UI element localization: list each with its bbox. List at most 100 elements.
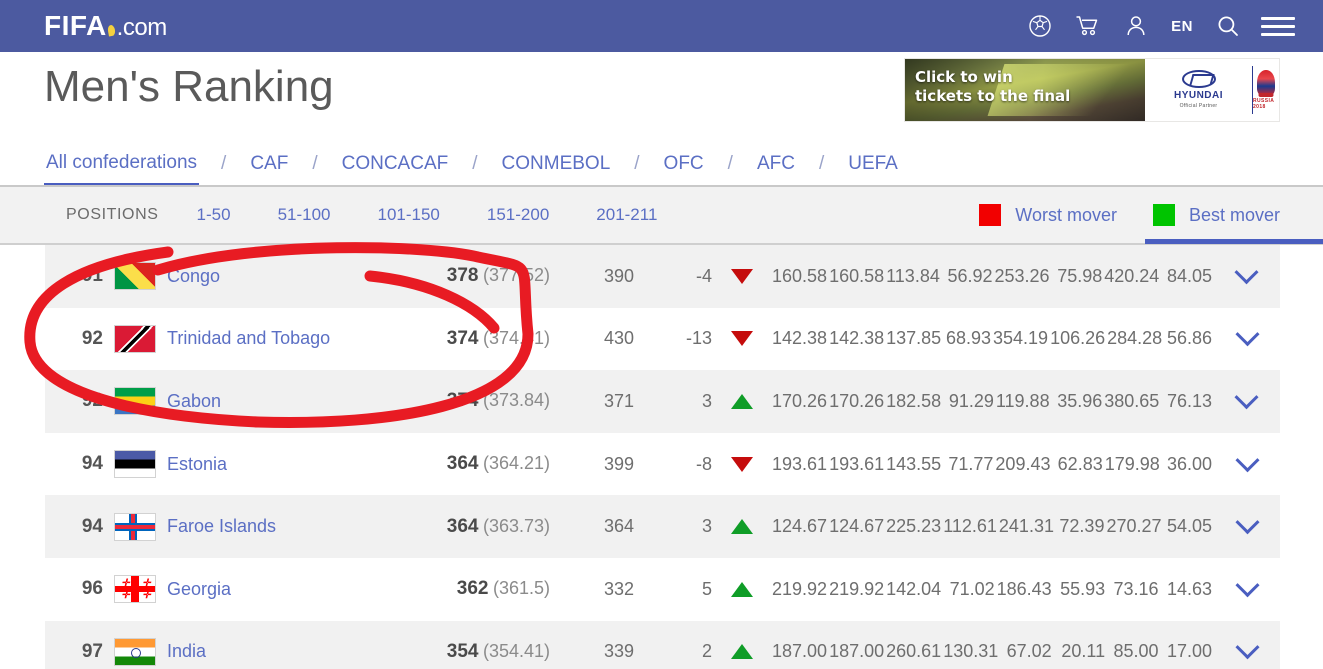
stat-value: 124.67 <box>772 516 828 537</box>
fifa-logo[interactable]: FIFA .com <box>44 10 167 42</box>
team-name-link[interactable]: Gabon <box>167 391 385 412</box>
stat-value: 253.26 <box>994 265 1050 286</box>
stat-value: 91.29 <box>948 390 994 411</box>
tab-caf[interactable]: CAF <box>248 142 290 186</box>
points-value: 374 <box>446 390 479 412</box>
table-row[interactable]: 96 ✛ ✛ ✛ ✛ Georgia 362 (361.5) 332 5 219.92 219.92… <box>45 557 1280 621</box>
language-selector[interactable]: EN <box>1169 18 1195 35</box>
worst-mover-filter[interactable]: Worst mover <box>979 186 1117 244</box>
tab-separator: / <box>818 153 825 174</box>
best-mover-filter[interactable]: Best mover <box>1144 186 1323 244</box>
trend-down-icon <box>731 331 753 347</box>
search-icon[interactable] <box>1213 11 1243 41</box>
expand-row-button[interactable] <box>1214 385 1280 410</box>
trend-cell <box>712 268 772 284</box>
rank-delta: 3 <box>701 516 712 537</box>
stat-value: 187.00 <box>829 641 885 662</box>
ad-line-2: tickets to the final <box>915 86 1071 105</box>
points-cell: 374 (373.84) <box>385 390 550 412</box>
points-value: 354 <box>446 640 479 662</box>
stat-value: 380.65 <box>1104 390 1160 411</box>
tab-separator: / <box>727 153 733 174</box>
stat-value: 142.04 <box>886 578 942 599</box>
expand-row-button[interactable] <box>1214 322 1280 347</box>
table-row[interactable]: 94 Estonia 364 (364.21) 399 -8 193.61 193.61 14… <box>45 432 1280 496</box>
georgia-crosses-icon: ✛ ✛ ✛ ✛ <box>121 578 151 602</box>
range-51-100[interactable]: 51-100 <box>278 205 331 225</box>
trend-down-icon <box>731 456 753 472</box>
table-row[interactable]: 94 Faroe Islands 364 (363.73) 364 3 124.67 124… <box>45 495 1280 558</box>
stat-value: 209.43 <box>995 453 1051 474</box>
confederation-tabs: All confederations / CAF / CONCACAF / CO… <box>44 142 1134 186</box>
team-name-link[interactable]: Georgia <box>167 579 385 600</box>
country-flag-icon <box>114 637 156 666</box>
tab-afc[interactable]: AFC <box>755 142 797 186</box>
rank-delta: 3 <box>701 390 712 411</box>
stat-value: 112.61 <box>943 516 997 537</box>
ad-line-1: Click to win <box>915 68 1013 86</box>
football-icon[interactable] <box>1025 11 1055 41</box>
stat-value: 71.77 <box>948 453 994 474</box>
range-1-50[interactable]: 1-50 <box>197 205 231 225</box>
stat-value: 260.61 <box>886 641 942 662</box>
points-exact: (354.41) <box>482 640 550 661</box>
brand-fifa-text: FIFA <box>44 10 107 41</box>
points-exact: (364.21) <box>482 453 550 474</box>
stat-value: 68.93 <box>945 328 991 349</box>
tab-separator: / <box>312 153 318 174</box>
range-201-211[interactable]: 201-211 <box>596 205 657 225</box>
range-151-200[interactable]: 151-200 <box>487 205 549 225</box>
stat-value: 106.26 <box>1050 328 1106 349</box>
tab-uefa[interactable]: UEFA <box>846 142 900 186</box>
team-name-link[interactable]: Congo <box>167 266 385 287</box>
stat-value: 187.00 <box>772 641 828 662</box>
advertisement-banner[interactable]: Click to win tickets to the final HYUNDA… <box>904 58 1280 122</box>
table-row[interactable]: 91 Congo 378 (377.52) 390 -4 160.58 160.58 113.… <box>45 245 1280 308</box>
expand-row-button[interactable] <box>1214 260 1280 285</box>
chevron-down-icon <box>1234 385 1260 410</box>
table-row[interactable]: 92 Gabon 374 (373.84) 371 3 170.26 170.26 182.5… <box>45 370 1280 433</box>
stat-value: 124.67 <box>829 516 885 537</box>
stat-value: 193.61 <box>829 453 885 474</box>
ad-sponsors: HYUNDAI Official Partner RUSSIA 2018 <box>1145 59 1279 121</box>
worst-mover-label: Worst mover <box>1015 204 1117 225</box>
stat-value: 56.86 <box>1166 328 1212 349</box>
points-value: 362 <box>456 578 489 600</box>
stat-value: 186.43 <box>996 578 1052 599</box>
menu-icon[interactable] <box>1261 16 1295 36</box>
flag-cell <box>103 387 167 416</box>
rank-delta: -4 <box>695 265 712 286</box>
expand-row-button[interactable] <box>1214 573 1280 598</box>
tab-concacaf[interactable]: CONCACAF <box>340 142 451 186</box>
tab-separator: / <box>472 153 478 174</box>
expand-row-button[interactable] <box>1214 635 1280 660</box>
user-icon[interactable] <box>1121 11 1151 41</box>
ad-image: Click to win tickets to the final <box>905 59 1145 121</box>
cart-icon[interactable] <box>1073 11 1103 41</box>
table-row[interactable]: 97 India 354 (354.41) 339 2 187.00 187.00 260.6… <box>45 620 1280 669</box>
team-name-link[interactable]: India <box>167 641 385 662</box>
stat-value: 225.23 <box>886 516 942 537</box>
tab-conmebol[interactable]: CONMEBOL <box>500 142 613 186</box>
range-101-150[interactable]: 101-150 <box>378 205 440 225</box>
stat-value: 241.31 <box>998 516 1054 537</box>
rank-value: 92 <box>81 390 103 412</box>
table-row[interactable]: 92 Trinidad and Tobago 374 (374.41) 430 -13 1… <box>45 307 1280 371</box>
stat-value: 72.39 <box>1059 516 1105 537</box>
team-name-link[interactable]: Estonia <box>167 454 385 475</box>
team-name-link[interactable]: Faroe Islands <box>167 516 385 537</box>
points-exact: (377.52) <box>482 265 550 286</box>
flag-cell <box>103 450 167 479</box>
flag-cell: ✛ ✛ ✛ ✛ <box>103 575 167 604</box>
expand-row-button[interactable] <box>1214 510 1280 535</box>
tab-ofc[interactable]: OFC <box>662 142 706 186</box>
tab-all-confederations[interactable]: All confederations <box>44 142 200 186</box>
expand-row-button[interactable] <box>1214 447 1280 473</box>
team-name-link[interactable]: Trinidad and Tobago <box>167 328 385 349</box>
points-cell: 374 (374.41) <box>385 328 550 350</box>
stat-value: 84.05 <box>1166 265 1212 286</box>
stat-value: 73.16 <box>1113 578 1159 599</box>
positions-label: POSITIONS <box>66 206 159 223</box>
points-value: 364 <box>446 453 479 475</box>
stat-value: 55.93 <box>1060 578 1106 599</box>
